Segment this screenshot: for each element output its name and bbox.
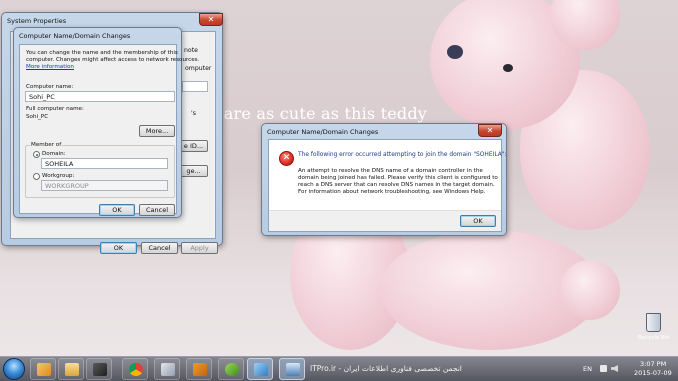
system-properties-tab-fragment[interactable]: note [184,47,198,55]
full-computer-name-label: Full computer name: [26,106,84,112]
taskbar-watermark: انجمن تخصصی فناوری اطلاعات ایران - ITPro… [310,364,462,373]
network-icon [254,363,268,376]
system-properties-apply-button[interactable]: Apply [181,242,218,254]
file-manager-icon [161,363,175,376]
recycle-bin[interactable]: Recycle Bin [636,313,672,347]
start-button[interactable] [3,358,25,380]
computer-icon [286,363,300,376]
video-icon [93,363,107,376]
error-dialog: Computer Name/Domain Changes ✕ ✕ The fol… [261,123,507,236]
recycle-bin-label: Recycle Bin [638,335,670,341]
taskbar-video[interactable] [86,358,112,380]
domain-option-label: Domain: [42,151,66,157]
error-dialog-close-button[interactable]: ✕ [478,124,502,137]
error-body-line4: For information about network troublesho… [298,189,486,195]
desktop: u are as cute as this teddy Recycle Bin … [0,0,678,381]
system-properties-ok-button[interactable]: OK [100,242,137,254]
clock-date[interactable]: 2015-07-09 [634,369,672,377]
taskbar-explorer[interactable] [58,358,84,380]
taskbar: انجمن تخصصی فناوری اطلاعات ایران - ITPro… [0,356,678,381]
taskbar-network[interactable] [247,358,273,380]
clock-time[interactable]: 3:07 PM [640,360,666,368]
taskbar-chrome[interactable] [122,358,148,380]
computer-name-label: Computer name: [26,84,74,90]
system-properties-close-button[interactable]: ✕ [199,13,223,26]
system-properties-label-fragment: omputer [185,65,212,72]
more-information-link[interactable]: More information [26,63,74,71]
frog-app-icon [225,363,239,376]
error-icon: ✕ [279,151,294,166]
name-changes-window: Computer Name/Domain Changes You can cha… [13,27,199,218]
name-changes-title: Computer Name/Domain Changes [19,32,131,40]
language-indicator[interactable]: EN [583,365,592,373]
domain-input[interactable]: SOHEILA [41,158,168,169]
computer-name-input[interactable]: Sohi_PC [25,91,175,102]
chrome-icon [129,363,143,376]
taskbar-media-player[interactable] [30,358,56,380]
domain-radio[interactable] [33,151,40,158]
error-headline: The following error occurred attempting … [298,152,507,158]
taskbar-frog-app[interactable] [218,358,244,380]
system-properties-text-fragment: 's [191,110,196,117]
volume-tray-icon[interactable] [611,365,618,372]
error-ok-button[interactable]: OK [460,215,496,227]
media-player-icon [37,363,51,376]
taskbar-system-properties[interactable] [279,358,305,380]
taskbar-file-manager[interactable] [154,358,180,380]
name-changes-cancel-button[interactable]: Cancel [139,204,175,216]
name-changes-ok-button[interactable]: OK [99,204,135,216]
system-properties-change-id-button[interactable]: e ID... [179,140,208,152]
more-button[interactable]: More... [139,125,175,137]
workgroup-input[interactable]: WORKGROUP [41,180,168,191]
workgroup-radio[interactable] [33,173,40,180]
workgroup-option-label: Workgroup: [42,173,75,179]
folder-icon [65,363,79,376]
network-tray-icon[interactable] [600,365,607,372]
system-properties-field-fragment [182,81,208,92]
system-properties-cancel-button[interactable]: Cancel [141,242,178,254]
wallpaper-caption: u are as cute as this teddy [208,104,428,123]
taskbar-torrent[interactable] [186,358,212,380]
member-of-label: Member of [30,141,63,149]
system-properties-change-button[interactable]: ge... [179,165,208,177]
torrent-icon [193,363,207,376]
full-computer-name-value: Sohi_PC [26,114,49,120]
recycle-bin-icon [646,313,661,332]
error-dialog-title: Computer Name/Domain Changes [267,128,379,136]
